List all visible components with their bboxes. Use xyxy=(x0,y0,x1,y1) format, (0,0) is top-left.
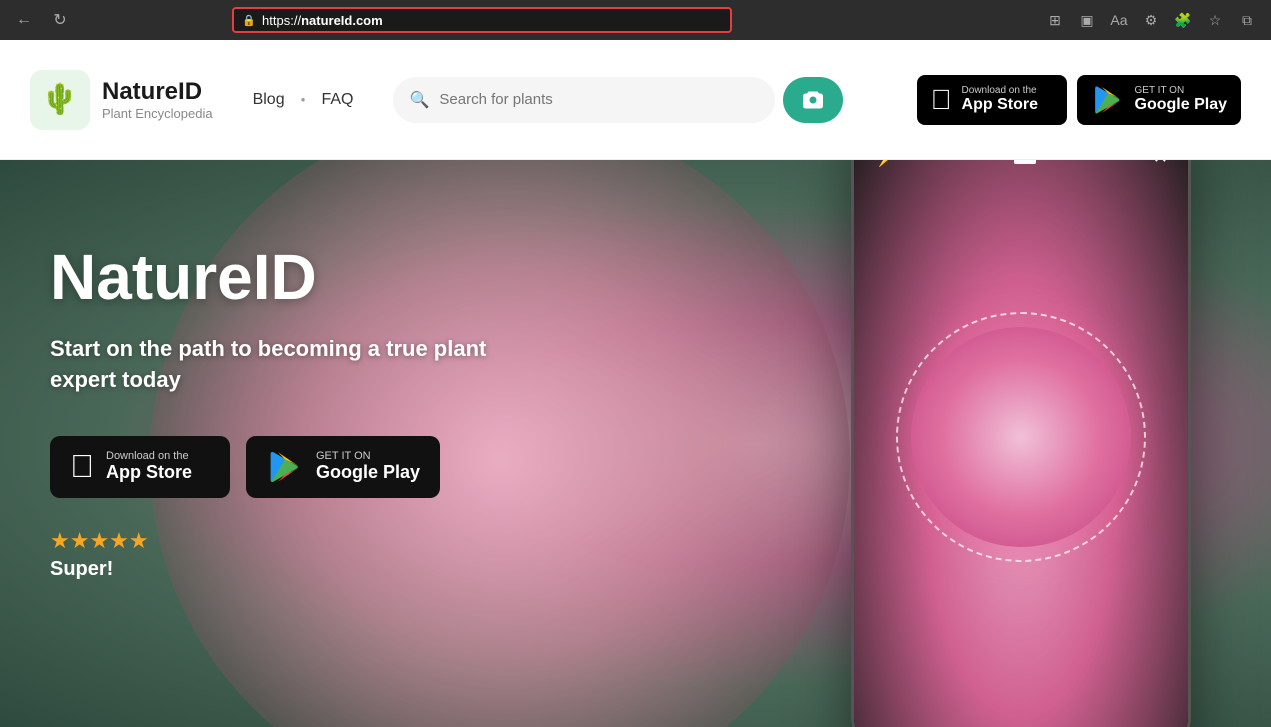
browser-chrome: ← ↻ 🔒 https://natureId.com ⊞ ▣ Aa ⚙ 🧩 ☆ … xyxy=(0,0,1271,40)
reload-button[interactable]: ↻ xyxy=(46,6,74,34)
logo-link[interactable]: 🌵 NatureID Plant Encyclopedia xyxy=(30,70,213,130)
hero-appstore-button[interactable]:  Download on the App Store xyxy=(50,436,230,498)
site-header: 🌵 NatureID Plant Encyclopedia Blog ● FAQ… xyxy=(0,40,1271,160)
nav-separator: ● xyxy=(301,95,306,104)
search-input-wrapper: 🔍 xyxy=(393,77,775,123)
hero-store-buttons:  Download on the App Store GET IT ON Go… xyxy=(50,436,500,498)
phone-close-icon: ✕ xyxy=(1153,160,1168,168)
googleplay-text: GET IT ON Google Play xyxy=(1135,85,1227,114)
hero-googleplay-text: GET IT ON Google Play xyxy=(316,450,420,483)
extensions-icon[interactable]: ▣ xyxy=(1073,6,1101,34)
hero-title: NatureID xyxy=(50,240,500,314)
hero-subtitle: Start on the path to becoming a true pla… xyxy=(50,334,500,396)
rating-stars: ★★★★★ xyxy=(50,528,149,554)
apple-icon:  xyxy=(931,84,952,116)
logo-icon: 🌵 xyxy=(30,70,90,130)
hero-content: NatureID Start on the path to becoming a… xyxy=(0,160,550,661)
hero-apple-icon:  xyxy=(70,448,94,485)
hero-rating: ★★★★★ xyxy=(50,528,500,554)
search-icon: 🔍 xyxy=(409,90,429,110)
logo-subtitle: Plant Encyclopedia xyxy=(102,106,213,121)
hero-section: NatureID Start on the path to becoming a… xyxy=(0,160,1271,727)
header-store-buttons:  Download on the App Store GET IT ON Go… xyxy=(917,75,1241,125)
main-nav: Blog ● FAQ xyxy=(253,91,354,109)
phone-detection-circle xyxy=(896,312,1146,562)
search-input[interactable] xyxy=(439,91,759,108)
favorites-icon[interactable]: ☆ xyxy=(1201,6,1229,34)
back-button[interactable]: ← xyxy=(10,6,38,34)
lock-icon: 🔒 xyxy=(242,14,256,27)
monitor-icon[interactable]: ⊞ xyxy=(1041,6,1069,34)
logo-text: NatureID Plant Encyclopedia xyxy=(102,78,213,121)
blog-nav-link[interactable]: Blog xyxy=(253,91,285,109)
phone-mockup: ⚡ ✕ xyxy=(851,160,1191,727)
phone-camera-icon xyxy=(1014,160,1036,169)
header-googleplay-button[interactable]: GET IT ON Google Play xyxy=(1077,75,1241,125)
address-text: https://natureId.com xyxy=(262,13,383,28)
flash-icon: ⚡ xyxy=(874,160,896,168)
translate-icon[interactable]: ⚙ xyxy=(1137,6,1165,34)
hero-googleplay-button[interactable]: GET IT ON Google Play xyxy=(246,436,440,498)
phone-screen: ⚡ ✕ xyxy=(854,160,1188,727)
address-bar[interactable]: 🔒 https://natureId.com xyxy=(232,7,732,33)
hero-rating-label: Super! xyxy=(50,558,500,581)
phone-ui-bar: ⚡ ✕ xyxy=(854,160,1188,180)
appstore-text: Download on the App Store xyxy=(962,85,1038,114)
camera-search-button[interactable] xyxy=(783,77,843,123)
phone-outer: ⚡ ✕ xyxy=(851,160,1191,727)
faq-nav-link[interactable]: FAQ xyxy=(321,91,353,109)
collection-icon[interactable]: ⧉ xyxy=(1233,6,1261,34)
logo-name: NatureID xyxy=(102,78,213,106)
hero-appstore-text: Download on the App Store xyxy=(106,450,192,483)
browser-tools: ⊞ ▣ Aa ⚙ 🧩 ☆ ⧉ xyxy=(1041,6,1261,34)
font-icon[interactable]: Aa xyxy=(1105,6,1133,34)
puzzle-icon[interactable]: 🧩 xyxy=(1169,6,1197,34)
googleplay-icon xyxy=(1091,83,1125,117)
header-appstore-button[interactable]:  Download on the App Store xyxy=(917,75,1067,125)
hero-googleplay-icon xyxy=(266,448,304,486)
camera-icon xyxy=(801,88,825,112)
search-area: 🔍 xyxy=(393,77,843,123)
